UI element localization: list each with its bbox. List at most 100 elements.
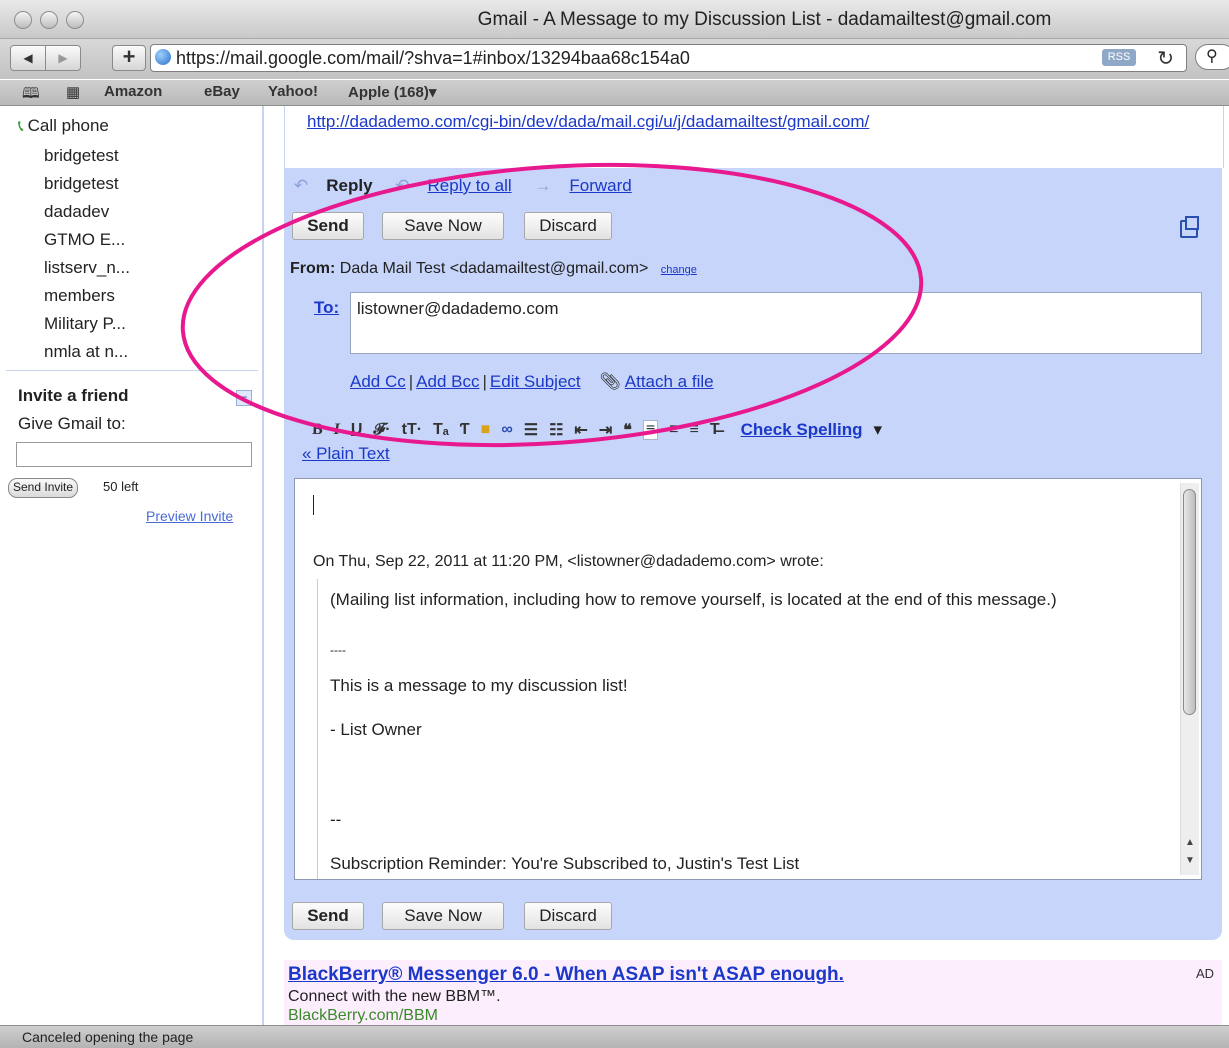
reply-all-link[interactable]: Reply to all xyxy=(428,176,512,195)
quote-separator: ---- xyxy=(330,643,346,657)
browser-toolbar: ◀ ▶ + https://mail.google.com/mail/?shva… xyxy=(0,39,1229,79)
align-right-icon[interactable]: ≡ xyxy=(690,421,699,439)
indent-icon[interactable]: ⇥ xyxy=(599,420,612,440)
contact-item[interactable]: bridgetest xyxy=(44,174,119,194)
message-body-tail: http://dadademo.com/cgi-bin/dev/dada/mai… xyxy=(284,106,1224,168)
italic-icon[interactable]: I xyxy=(334,421,340,439)
text-caret xyxy=(313,495,314,515)
close-window-button[interactable] xyxy=(14,11,32,29)
quote-line: This is a message to my discussion list! xyxy=(330,676,628,695)
discard-button-top[interactable]: Discard xyxy=(524,212,612,240)
forward-link[interactable]: Forward xyxy=(569,176,631,195)
status-text: Canceled opening the page xyxy=(22,1029,194,1045)
from-row: From: Dada Mail Test <dadamailtest@gmail… xyxy=(290,260,697,278)
scrollbar-thumb[interactable] xyxy=(1183,489,1196,715)
reply-compose-panel: ↶ Reply ↶ Reply to all → Forward Send Save … xyxy=(284,168,1222,940)
bulleted-list-icon[interactable]: ☷ xyxy=(549,420,563,440)
link-icon[interactable]: ∞ xyxy=(501,421,512,439)
to-field[interactable]: listowner@dadademo.com xyxy=(350,292,1202,354)
preview-invite-link[interactable]: Preview Invite xyxy=(146,508,233,524)
reply-all-option[interactable]: ↶ Reply to all xyxy=(395,176,511,195)
contact-item[interactable]: dadadev xyxy=(44,202,109,222)
ad-url[interactable]: BlackBerry.com/BBM xyxy=(288,1007,438,1025)
align-center-icon[interactable]: ≡ xyxy=(669,421,678,439)
popout-icon[interactable] xyxy=(1180,216,1199,238)
add-cc-link[interactable]: Add Cc xyxy=(350,372,406,391)
contact-item[interactable]: members xyxy=(44,286,115,306)
text-color-icon[interactable]: Tₐ xyxy=(433,421,449,439)
send-invite-button[interactable]: Send Invite xyxy=(8,478,79,498)
invites-left-count: 50 left xyxy=(103,479,139,494)
ad-body: Connect with the new BBM™. xyxy=(288,988,501,1005)
attach-file-link[interactable]: Attach a file xyxy=(625,372,714,391)
quote-separator: -- xyxy=(330,810,342,829)
bookmark-ebay[interactable]: eBay xyxy=(204,83,240,100)
numbered-list-icon[interactable]: ☰ xyxy=(524,420,538,440)
remove-formatting-icon[interactable]: T̶ xyxy=(710,421,720,439)
forward-option[interactable]: → Forward xyxy=(534,176,631,195)
window-title: Gmail - A Message to my Discussion List … xyxy=(477,9,1052,30)
message-editor[interactable]: On Thu, Sep 22, 2011 at 11:20 PM, <listo… xyxy=(294,478,1202,880)
collapse-invite-button[interactable]: − xyxy=(236,390,252,406)
underline-icon[interactable]: U xyxy=(351,421,363,439)
reply-option[interactable]: ↶ Reply xyxy=(294,176,373,195)
font-icon[interactable]: 𝓕· xyxy=(373,421,390,439)
scroll-up-icon[interactable]: ▲ xyxy=(1185,837,1195,848)
contact-item[interactable]: nmla at n... xyxy=(44,342,128,362)
quote-icon[interactable]: ❝ xyxy=(623,420,632,440)
font-size-icon[interactable]: tT· xyxy=(402,421,422,439)
forward-button[interactable]: ▶ xyxy=(45,46,80,70)
phone-icon: 📞︎ xyxy=(18,118,24,135)
outdent-icon[interactable]: ⇤ xyxy=(574,420,587,440)
editor-scrollbar[interactable]: ▲ ▼ xyxy=(1180,483,1199,875)
bookmark-yahoo[interactable]: Yahoo! xyxy=(268,83,318,100)
bookmark-amazon[interactable]: Amazon xyxy=(104,83,162,100)
minimize-window-button[interactable] xyxy=(40,11,58,29)
zoom-window-button[interactable] xyxy=(66,11,84,29)
contact-item[interactable]: Military P... xyxy=(44,314,126,334)
discard-button-bottom[interactable]: Discard xyxy=(524,902,612,930)
rss-button[interactable]: RSS xyxy=(1102,49,1136,66)
contact-item[interactable]: listserv_n... xyxy=(44,258,130,278)
send-button-top[interactable]: Send xyxy=(292,212,364,240)
nav-buttons: ◀ ▶ xyxy=(10,45,81,71)
bold-icon[interactable]: B xyxy=(312,421,323,439)
sidebar: 📞︎ Call phone bridgetest bridgetest dadad… xyxy=(0,106,262,1025)
to-label-link[interactable]: To: xyxy=(314,298,339,318)
edit-subject-link[interactable]: Edit Subject xyxy=(490,372,581,391)
call-phone-link[interactable]: 📞︎ Call phone xyxy=(18,116,109,136)
save-now-button-top[interactable]: Save Now xyxy=(382,212,504,240)
align-left-icon[interactable]: ≡ xyxy=(642,420,659,440)
grid-icon[interactable]: ▦ xyxy=(66,83,80,101)
sidebar-divider xyxy=(6,370,258,371)
plain-text-link[interactable]: « Plain Text xyxy=(302,444,390,464)
contact-item[interactable]: bridgetest xyxy=(44,146,119,166)
scroll-down-icon[interactable]: ▼ xyxy=(1185,855,1195,866)
reply-all-icon: ↶ xyxy=(395,176,410,195)
check-spelling-link[interactable]: Check Spelling xyxy=(741,420,863,440)
add-bcc-link[interactable]: Add Bcc xyxy=(416,372,479,391)
search-icon: ⚲ xyxy=(1206,48,1218,65)
send-button-bottom[interactable]: Send xyxy=(292,902,364,930)
address-bar[interactable]: https://mail.google.com/mail/?shva=1#inb… xyxy=(150,44,1187,72)
sponsored-ad: BlackBerry® Messenger 6.0 - When ASAP is… xyxy=(284,960,1222,1025)
invite-email-input[interactable] xyxy=(16,442,252,467)
url-text[interactable]: https://mail.google.com/mail/?shva=1#inb… xyxy=(176,48,690,69)
contact-item[interactable]: GTMO E... xyxy=(44,230,125,250)
invite-title: Invite a friend xyxy=(18,386,129,405)
forward-arrow-icon: → xyxy=(534,176,552,195)
emoticon-icon[interactable]: ■ xyxy=(481,421,491,439)
chevron-down-icon[interactable]: ▾ xyxy=(874,420,883,440)
highlight-icon[interactable]: Ƭ xyxy=(460,421,470,439)
reading-list-icon[interactable]: 🕮 xyxy=(22,83,40,108)
add-bookmark-button[interactable]: + xyxy=(112,45,146,71)
save-now-button-bottom[interactable]: Save Now xyxy=(382,902,504,930)
ad-title-link[interactable]: BlackBerry® Messenger 6.0 - When ASAP is… xyxy=(288,964,844,986)
unsubscribe-link[interactable]: http://dadademo.com/cgi-bin/dev/dada/mai… xyxy=(307,112,869,132)
reload-icon[interactable]: ↻ xyxy=(1157,46,1174,71)
bookmark-apple[interactable]: Apple (168)▾ xyxy=(348,83,436,101)
search-field[interactable]: ⚲ xyxy=(1195,44,1229,70)
reply-options: ↶ Reply ↶ Reply to all → Forward xyxy=(294,176,650,196)
change-from-link[interactable]: change xyxy=(661,264,697,276)
back-button[interactable]: ◀ xyxy=(11,46,45,70)
